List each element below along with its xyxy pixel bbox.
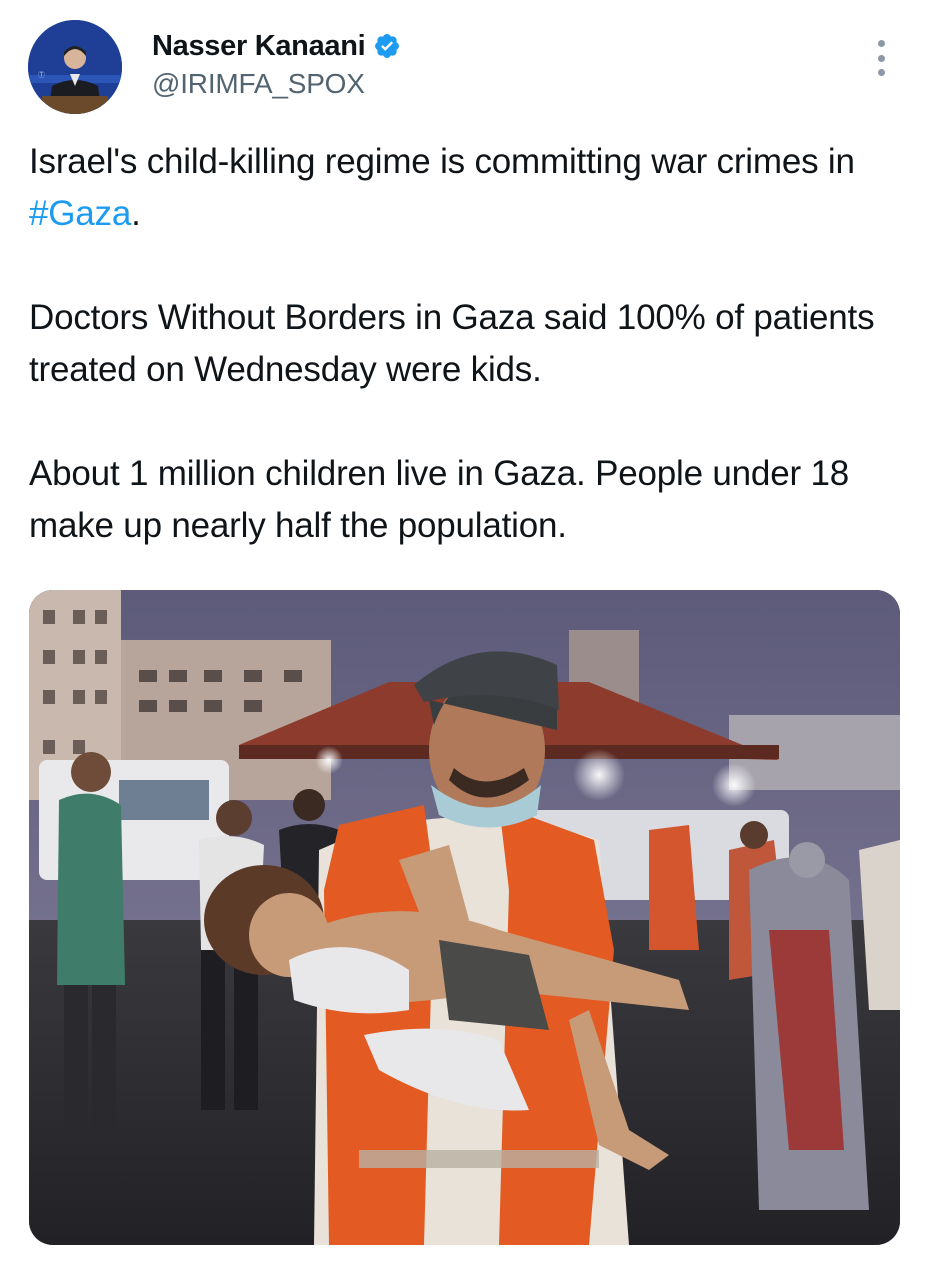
- tweet-text: Israel's child-killing regime is committ…: [29, 136, 899, 552]
- tweet-media-photo[interactable]: [29, 590, 900, 1245]
- author-name-row[interactable]: Nasser Kanaani: [152, 28, 401, 64]
- tweet-paragraph-3: About 1 million children live in Gaza. P…: [29, 454, 849, 545]
- svg-text:Ⓣ: Ⓣ: [38, 71, 45, 79]
- tweet-card: Ⓣ Nasser Kanaani @IRIMFA_SPOX Israel's c…: [0, 0, 929, 1280]
- hashtag-link[interactable]: #Gaza: [29, 194, 131, 233]
- author-display-name[interactable]: Nasser Kanaani: [152, 30, 366, 63]
- tweet-paragraph-1: Israel's child-killing regime is committ…: [29, 136, 899, 240]
- tweet-text-part: .: [131, 194, 141, 233]
- verified-badge-icon: [373, 32, 401, 60]
- more-options-icon[interactable]: [866, 38, 896, 78]
- author-handle[interactable]: @IRIMFA_SPOX: [152, 68, 365, 100]
- tweet-paragraph-2: Doctors Without Borders in Gaza said 100…: [29, 298, 875, 389]
- avatar[interactable]: Ⓣ: [28, 20, 122, 114]
- tweet-text-part: Israel's child-killing regime is committ…: [29, 142, 855, 181]
